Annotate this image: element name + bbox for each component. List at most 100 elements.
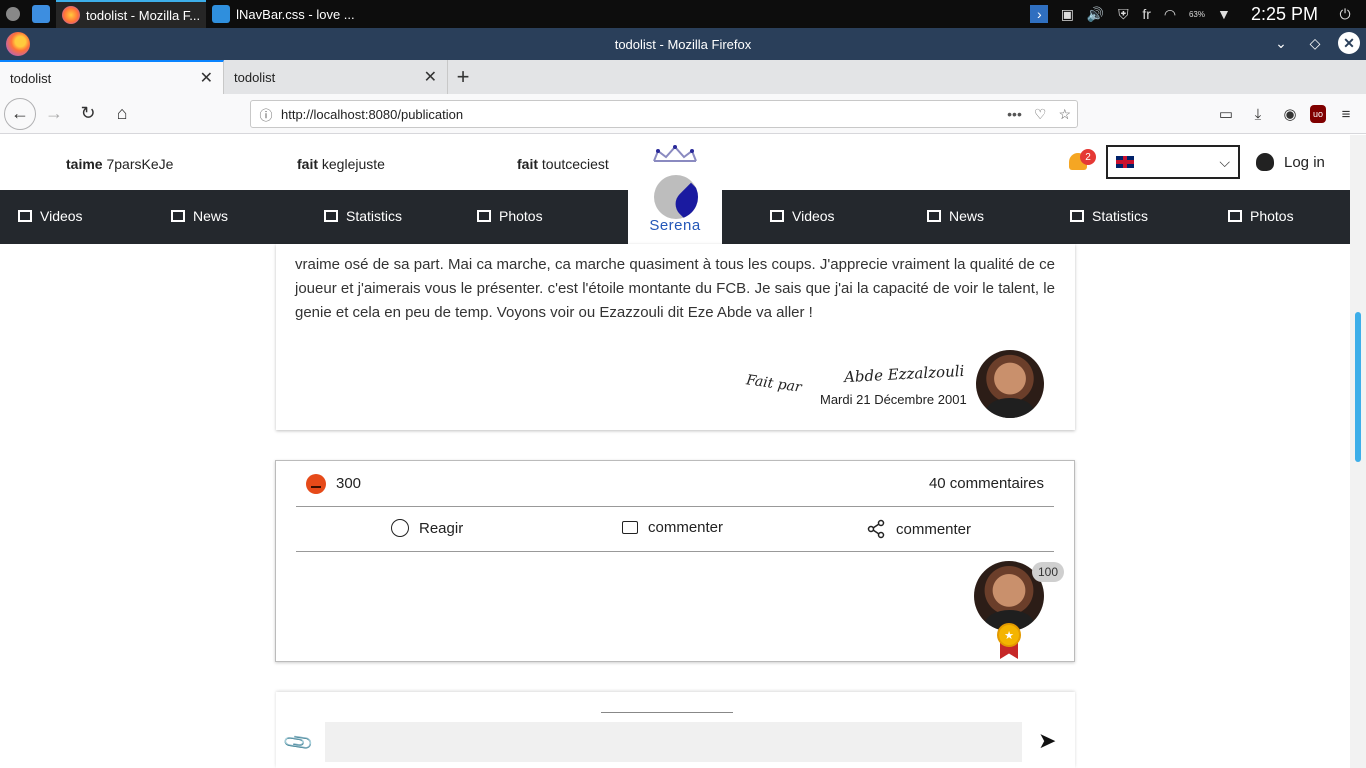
keyboard-layout[interactable]: fr [1142,5,1151,23]
reaction-count: 300 [336,474,362,492]
ublock-icon[interactable]: uo [1310,105,1326,123]
shield-icon[interactable]: ⛨ [1114,5,1132,23]
battery-icon[interactable]: 63% [1189,5,1205,23]
divider [601,712,733,713]
site-info-icon[interactable]: ⓘ [251,105,281,124]
menu-item-photos[interactable]: Photos [1228,208,1294,224]
chevron-down-icon: ⌵ [1219,153,1230,170]
video-icon [18,210,32,222]
comment-input[interactable] [325,722,1022,762]
tab-strip: todolist ✕ todolist ✕ + [0,60,1366,94]
window-titlebar: todolist - Mozilla Firefox ⌄ ◇ ✕ [0,28,1366,60]
ticker-verb: taime [66,156,103,172]
pocket-icon[interactable]: ♡ [1034,106,1047,123]
menu-label: Statistics [346,208,403,224]
react-label: Reagir [419,519,464,537]
send-icon[interactable]: ➤ [1038,728,1056,754]
firefox-icon [62,6,80,24]
clock[interactable]: 2:25 PM [1243,4,1326,25]
ticker-item[interactable]: fait keglejuste [297,156,385,172]
hamburger-menu-icon[interactable]: ≡ [1334,98,1358,130]
url-bar[interactable]: ⓘ http://localhost:8080/publication ••• … [250,100,1078,128]
angry-emoji-icon [306,473,326,494]
uk-flag-icon [1116,156,1134,168]
minimize-icon[interactable]: ⌄ [1270,32,1292,54]
news-icon [171,210,185,222]
menu-item-news[interactable]: News [171,208,228,224]
menu-label: News [193,208,229,224]
close-tab-icon[interactable]: ✕ [200,68,213,88]
reaction-actions: Reagir commenter commenter [296,507,1054,552]
terminal-icon[interactable]: › [1030,5,1049,23]
forward-button[interactable]: → [38,98,70,130]
close-tab-icon[interactable]: ✕ [424,67,437,87]
firefox-logo-icon [6,32,30,56]
tab-todolist-1[interactable]: todolist ✕ [0,60,224,94]
medal-icon: ★ [996,623,1022,659]
publication-date: Mardi 21 Décembre 2001 [820,392,967,407]
menu-item-videos[interactable]: Videos [18,208,83,224]
new-tab-button[interactable]: + [448,60,478,94]
power-icon[interactable]: ⏻ [1336,5,1354,23]
bookmark-star-icon[interactable]: ☆ [1058,106,1071,123]
share-label: commenter [896,520,972,538]
display-icon[interactable]: ▣ [1058,5,1076,23]
share-button[interactable]: commenter [866,519,971,539]
reactions-card: 300 40 commentaires Reagir commenter com… [275,460,1075,662]
menu-item-photos[interactable]: Photos [477,208,543,224]
reaction-count-group[interactable]: 300 [306,473,362,494]
menu-item-statistics[interactable]: Statistics [324,208,402,224]
reload-button[interactable]: ↻ [72,98,104,130]
login-label: Log in [1284,153,1325,171]
comment-icon [622,521,638,534]
login-button[interactable]: Log in [1256,153,1325,171]
ticker-item[interactable]: taime 7parsKeJe [66,156,173,172]
publication-card: vraime osé de sa part. Mai ca marche, ca… [276,244,1075,430]
author-avatar[interactable] [976,350,1044,418]
file-manager-icon[interactable] [26,0,56,28]
taskbar-item-label: lNavBar.css - love ... [236,6,355,22]
logo-mark [654,175,698,219]
app-launcher-icon[interactable] [0,0,26,28]
wifi-icon[interactable]: ◠ [1161,5,1179,23]
menu-item-news[interactable]: News [927,208,984,224]
ticker-verb: fait [517,156,538,172]
os-taskbar: todolist - Mozilla F... lNavBar.css - lo… [0,0,1366,28]
menu-label: News [949,208,985,224]
home-button[interactable]: ⌂ [106,98,138,130]
news-icon [927,210,941,222]
taskbar-item-vscode[interactable]: lNavBar.css - love ... [206,0,360,28]
library-icon[interactable]: ▭ [1214,98,1238,130]
photo-icon [1228,210,1242,222]
language-select[interactable]: ⌵ [1106,145,1240,179]
maximize-icon[interactable]: ◇ [1304,32,1326,54]
tab-label: todolist [10,70,52,86]
ticker-item[interactable]: fait toutceciest [517,156,609,172]
comment-label: commenter [648,519,724,536]
back-button[interactable]: ← [4,97,36,130]
chart-icon [1070,210,1084,222]
close-window-button[interactable]: ✕ [1338,32,1360,54]
notification-bell-icon[interactable]: 2 [1068,149,1096,173]
account-icon[interactable]: ◉ [1278,98,1302,130]
url-text[interactable]: http://localhost:8080/publication [281,107,463,122]
scrollbar-thumb[interactable] [1355,312,1361,462]
attach-icon[interactable]: 📎 [281,725,316,760]
chevron-down-icon[interactable]: ▼ [1215,5,1233,23]
react-button[interactable]: Reagir [391,519,463,537]
volume-icon[interactable]: 🔊 [1086,5,1104,23]
ticker-verb: fait [297,156,318,172]
download-icon[interactable]: ⤓ [1246,98,1270,130]
ticker-name: keglejuste [321,156,385,172]
menu-label: Photos [499,208,543,224]
taskbar-item-firefox[interactable]: todolist - Mozilla F... [56,0,207,28]
menu-item-statistics[interactable]: Statistics [1070,208,1148,224]
comment-button[interactable]: commenter [622,519,723,536]
page-actions-icon[interactable]: ••• [1007,106,1022,123]
comments-count[interactable]: 40 commentaires [929,475,1044,492]
menu-label: Statistics [1092,208,1149,224]
menu-label: Videos [792,208,835,224]
site-logo[interactable]: Serena [628,135,722,244]
tab-todolist-2[interactable]: todolist ✕ [224,60,448,94]
menu-item-videos[interactable]: Videos [770,208,835,224]
